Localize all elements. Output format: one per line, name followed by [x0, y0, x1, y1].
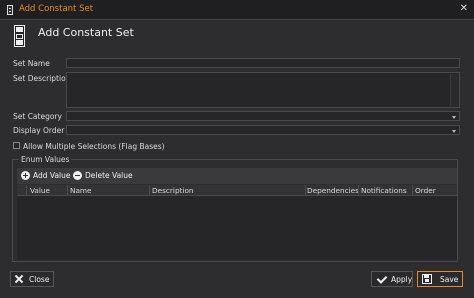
table-header: Value Name Description Dependencies Noti… — [17, 185, 457, 196]
enum-values-table[interactable]: Value Name Description Dependencies Noti… — [17, 185, 457, 260]
delete-value-label: Delete Value — [85, 171, 133, 180]
delete-icon — [73, 171, 82, 180]
page-title: Add Constant Set — [38, 26, 134, 39]
window-title: Add Constant Set — [19, 4, 94, 14]
close-x-icon — [14, 274, 24, 284]
column-header-notifications[interactable]: Notifications — [361, 186, 407, 195]
add-value-label: Add Value — [33, 171, 71, 180]
save-button[interactable]: Save — [417, 271, 463, 287]
column-header-name[interactable]: Name — [70, 186, 92, 195]
display-order-label: Display Order — [13, 126, 65, 135]
column-header-description[interactable]: Description — [152, 186, 194, 195]
set-category-label: Set Category — [13, 112, 62, 121]
display-order-dropdown[interactable] — [66, 125, 460, 135]
close-button[interactable]: Close — [10, 271, 54, 287]
column-header-value[interactable]: Value — [30, 186, 50, 195]
add-value-button[interactable]: Add Value — [21, 170, 71, 182]
set-description-field[interactable] — [66, 72, 460, 108]
set-name-field[interactable] — [66, 58, 460, 68]
close-button-label: Close — [29, 275, 50, 284]
apply-button[interactable]: Apply — [371, 271, 413, 287]
delete-value-button[interactable]: Delete Value — [73, 170, 133, 182]
checkmark-icon — [376, 274, 385, 284]
window-close-icon[interactable]: ✕ — [460, 3, 468, 14]
column-header-dependencies[interactable]: Dependencies — [307, 186, 359, 195]
set-description-label: Set Description — [13, 74, 71, 83]
constant-set-icon — [14, 25, 25, 47]
enum-values-title: Enum Values — [19, 155, 72, 164]
allow-multiple-label: Allow Multiple Selections (Flag Bases) — [23, 142, 165, 151]
set-name-label: Set Name — [13, 59, 50, 68]
app-icon — [7, 5, 13, 15]
description-scrollbar[interactable] — [450, 74, 458, 106]
enum-toolbar: Add Value Delete Value — [17, 168, 457, 184]
add-icon — [21, 171, 30, 180]
set-category-dropdown[interactable] — [66, 111, 460, 121]
column-header-order[interactable]: Order — [415, 186, 436, 195]
allow-multiple-checkbox[interactable] — [13, 142, 20, 149]
save-icon — [422, 274, 432, 284]
save-button-label: Save — [440, 275, 459, 284]
title-bar: Add Constant Set ✕ — [0, 0, 474, 20]
apply-button-label: Apply — [391, 275, 413, 284]
